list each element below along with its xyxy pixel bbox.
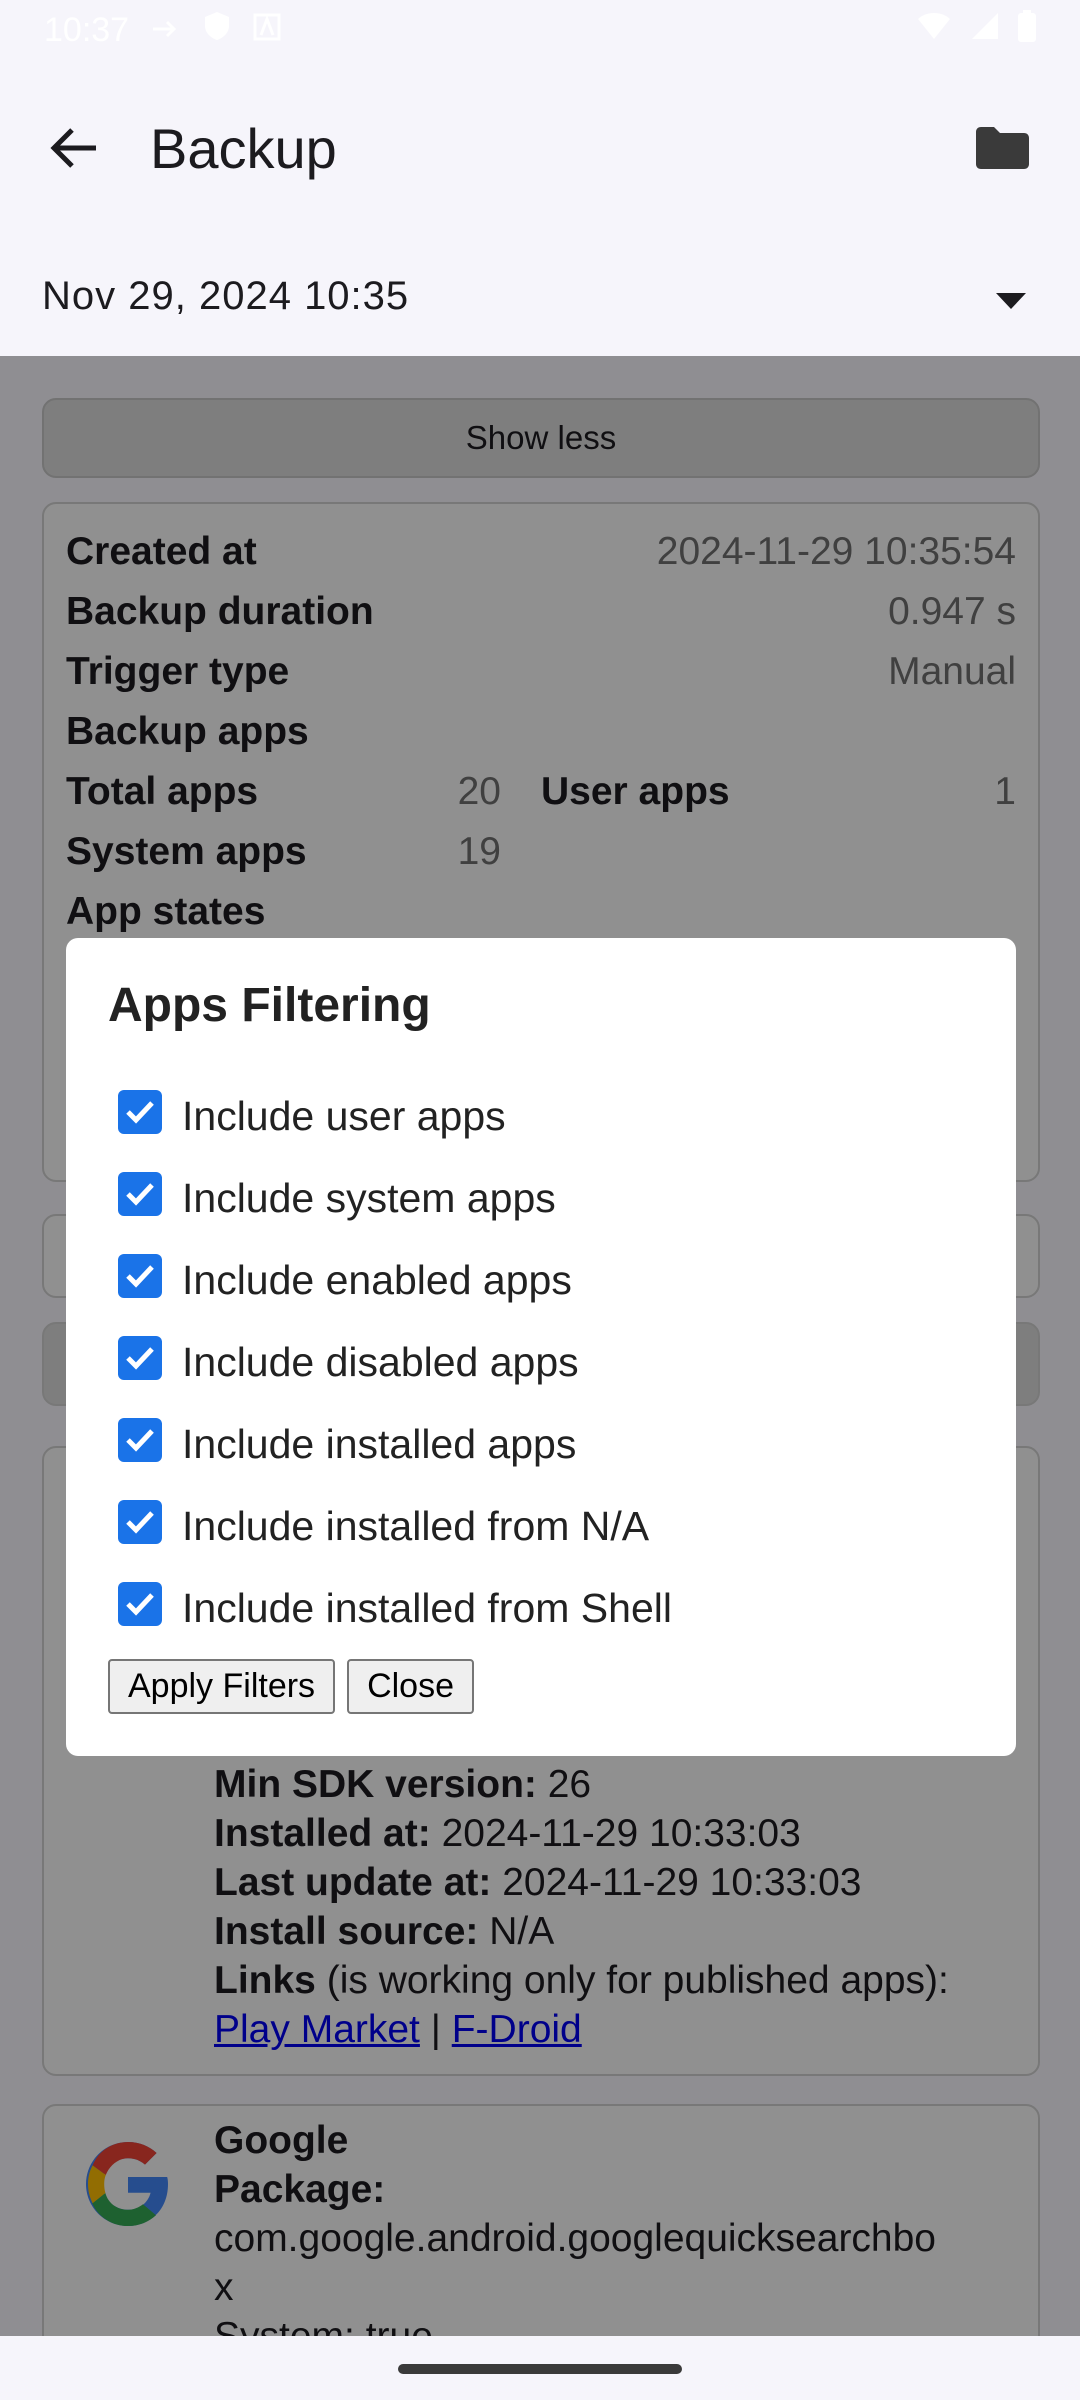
home-gesture-handle[interactable] xyxy=(398,2364,682,2374)
filter-option[interactable]: Include disabled apps xyxy=(108,1321,974,1403)
page-title: Backup xyxy=(150,116,337,180)
filter-option-label: Include system apps xyxy=(182,1174,556,1221)
filter-option-label: Include enabled apps xyxy=(182,1256,572,1303)
checkbox-checked-icon[interactable] xyxy=(118,1582,162,1626)
backup-date-value: Nov 29, 2024 10:35 xyxy=(42,273,410,318)
filter-option[interactable]: Include installed from N/A xyxy=(108,1485,974,1567)
checkbox-checked-icon[interactable] xyxy=(118,1254,162,1298)
filter-option-label: Include installed apps xyxy=(182,1420,577,1467)
navigation-bar xyxy=(0,2336,1080,2400)
filter-option[interactable]: Include user apps xyxy=(108,1075,974,1157)
filter-option[interactable]: Include enabled apps xyxy=(108,1239,974,1321)
filter-option-label: Include installed from N/A xyxy=(182,1502,650,1549)
app-bar: Backup xyxy=(0,60,1080,236)
checkbox-checked-icon[interactable] xyxy=(118,1090,162,1134)
dialog-title: Apps Filtering xyxy=(108,979,431,1032)
backup-date-dropdown[interactable]: Nov 29, 2024 10:35 xyxy=(0,236,1080,356)
filter-option-label: Include user apps xyxy=(182,1092,506,1139)
back-button[interactable] xyxy=(42,116,106,180)
battery-icon xyxy=(1018,9,1036,51)
font-icon xyxy=(253,11,281,50)
filter-option-label: Include disabled apps xyxy=(182,1338,579,1385)
folder-icon xyxy=(976,127,1029,169)
filter-option[interactable]: Include system apps xyxy=(108,1157,974,1239)
filter-option[interactable]: Include installed apps xyxy=(108,1403,974,1485)
shield-icon xyxy=(203,10,231,51)
apply-filters-button[interactable]: Apply Filters xyxy=(108,1659,336,1714)
status-bar: 10:37 xyxy=(0,0,1080,60)
dropdown-arrow-icon xyxy=(996,274,1026,319)
folder-button[interactable] xyxy=(966,112,1038,184)
checkbox-checked-icon[interactable] xyxy=(118,1500,162,1544)
checkbox-checked-icon[interactable] xyxy=(118,1418,162,1462)
signal-icon xyxy=(970,11,1000,50)
wifi-icon xyxy=(916,11,952,50)
status-time: 10:37 xyxy=(44,10,130,49)
apps-filtering-dialog: Apps Filtering Include user apps Include … xyxy=(66,938,1016,1756)
filter-option-label: Include installed from Shell xyxy=(182,1584,672,1631)
close-button[interactable]: Close xyxy=(347,1659,474,1714)
checkbox-checked-icon[interactable] xyxy=(118,1172,162,1216)
arrow-back-icon xyxy=(50,128,96,168)
cast-icon xyxy=(151,11,181,50)
checkbox-checked-icon[interactable] xyxy=(118,1336,162,1380)
filter-option[interactable]: Include installed from Shell xyxy=(108,1567,974,1649)
